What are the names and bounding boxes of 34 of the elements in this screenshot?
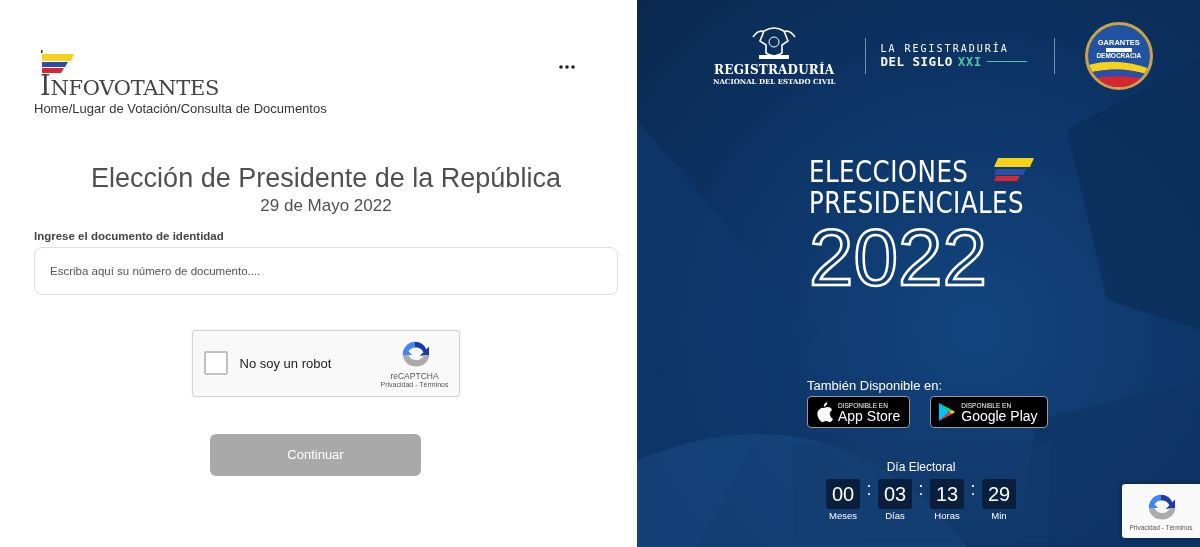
countdown-value: 00 [826, 479, 860, 509]
countdown-value: 13 [930, 479, 964, 509]
countdown-unit: Horas [934, 510, 960, 521]
separator: : [969, 479, 977, 500]
headline: ELECCIONES [809, 156, 969, 187]
captcha-label: No soy un robot [239, 355, 333, 371]
year-text: 2022 [809, 218, 988, 298]
breadcrumb[interactable]: Home/Lugar de Votación/Consulta de Documentos [34, 101, 327, 116]
captcha-brand: reCAPTCHA [390, 370, 439, 381]
institution-name: REGISTRADURÍA [714, 62, 835, 77]
play-icon [938, 402, 957, 422]
countdown-title: Día Electoral [886, 460, 956, 474]
election-date: 29 de Mayo 2022 [259, 195, 393, 216]
flag-icon [994, 156, 1035, 182]
slogan-text: LA REGISTRADURÍA [880, 43, 1010, 54]
apple-icon [815, 402, 833, 422]
century-text: XXI [957, 54, 982, 69]
countdown-unit: Meses [829, 510, 857, 521]
countdown-unit: Días [885, 510, 905, 521]
countdown-unit: Min [991, 510, 1007, 521]
captcha-checkbox[interactable] [203, 351, 228, 376]
separator: : [865, 479, 873, 500]
countdown-value: 29 [982, 479, 1016, 509]
stores-label: También Disponible en: [807, 378, 943, 393]
logo-text: INFOVOTANTES [40, 72, 219, 99]
document-field[interactable]: Escriba aquí su número de documento.... [34, 246, 618, 295]
separator: : [917, 479, 925, 500]
page-title: Elección de Presidente de la República [90, 164, 562, 194]
countdown-value: 03 [878, 479, 912, 509]
field-label: Ingrese el documento de identidad [34, 229, 225, 242]
headline: PRESIDENCIALES [809, 187, 1024, 218]
slogan-text: DEL SIGLO [880, 54, 953, 69]
more-icon[interactable] [559, 65, 575, 69]
flag-icon [40, 50, 74, 74]
